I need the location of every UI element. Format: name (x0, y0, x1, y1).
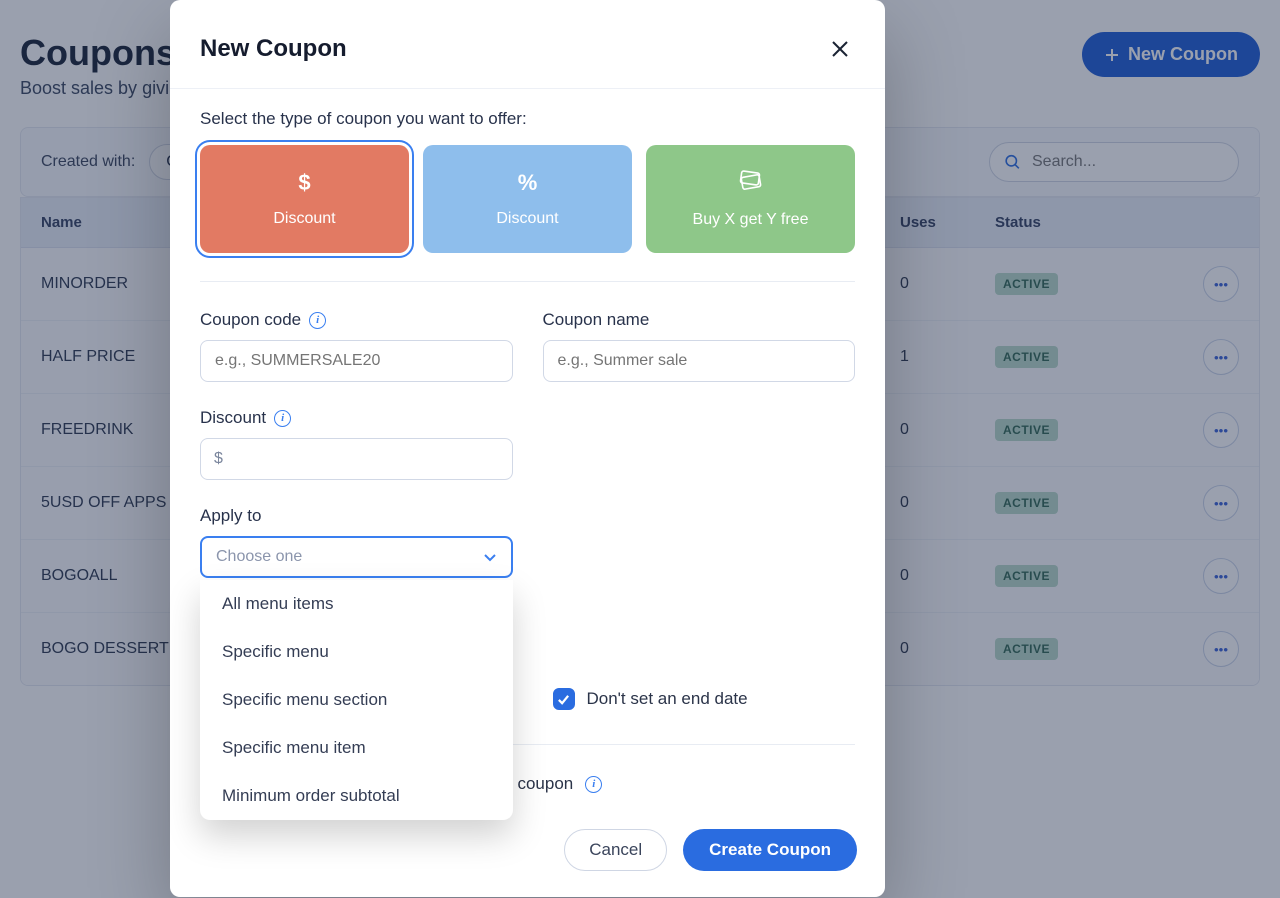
coupon-type-percent-label: Discount (496, 210, 558, 228)
coupon-code-input[interactable] (200, 340, 513, 382)
coupon-type-dollar[interactable]: $ Discount (200, 145, 409, 253)
coupon-name-label: Coupon name (543, 310, 856, 330)
info-icon[interactable]: i (585, 776, 602, 793)
coupon-type-cards: $ Discount % Discount Buy X get Y free (200, 145, 855, 253)
info-icon[interactable]: i (274, 410, 291, 427)
apply-to-select[interactable]: Choose one (200, 536, 513, 578)
modal-footer: Cancel Create Coupon (170, 821, 885, 877)
ticket-icon (737, 169, 765, 197)
apply-option-specific-section[interactable]: Specific menu section (200, 676, 513, 724)
coupon-type-bogo-label: Buy X get Y free (693, 211, 809, 229)
coupon-type-dollar-label: Discount (273, 210, 335, 228)
info-icon[interactable]: i (309, 312, 326, 329)
dollar-icon: $ (298, 170, 310, 196)
new-coupon-modal: New Coupon Select the type of coupon you… (170, 0, 885, 897)
coupon-type-prompt: Select the type of coupon you want to of… (200, 109, 855, 129)
apply-to-placeholder: Choose one (216, 548, 302, 566)
modal-header: New Coupon (170, 0, 885, 89)
divider (200, 281, 855, 282)
no-end-date-label: Don't set an end date (587, 689, 748, 709)
close-button[interactable] (825, 34, 855, 64)
apply-option-min-subtotal[interactable]: Minimum order subtotal (200, 772, 513, 820)
discount-label-text: Discount (200, 408, 266, 428)
close-icon (831, 40, 849, 58)
coupon-name-input[interactable] (543, 340, 856, 382)
apply-option-specific-menu[interactable]: Specific menu (200, 628, 513, 676)
no-end-date-checkbox[interactable] (553, 688, 575, 710)
coupon-type-percent[interactable]: % Discount (423, 145, 632, 253)
apply-to-dropdown: All menu items Specific menu Specific me… (200, 580, 513, 820)
currency-symbol: $ (214, 450, 223, 468)
modal-body: Select the type of coupon you want to of… (170, 89, 885, 795)
coupon-code-label: Coupon code i (200, 310, 513, 330)
apply-to-label: Apply to (200, 506, 513, 526)
apply-option-all-items[interactable]: All menu items (200, 580, 513, 628)
apply-option-specific-item[interactable]: Specific menu item (200, 724, 513, 772)
percent-icon: % (518, 170, 538, 196)
chevron-down-icon (483, 550, 497, 564)
check-icon (557, 693, 570, 706)
coupon-code-label-text: Coupon code (200, 310, 301, 330)
coupon-type-bogo[interactable]: Buy X get Y free (646, 145, 855, 253)
discount-label: Discount i (200, 408, 513, 428)
cancel-button[interactable]: Cancel (564, 829, 667, 871)
modal-title: New Coupon (200, 35, 347, 63)
create-coupon-button[interactable]: Create Coupon (683, 829, 857, 871)
discount-input[interactable] (200, 438, 513, 480)
